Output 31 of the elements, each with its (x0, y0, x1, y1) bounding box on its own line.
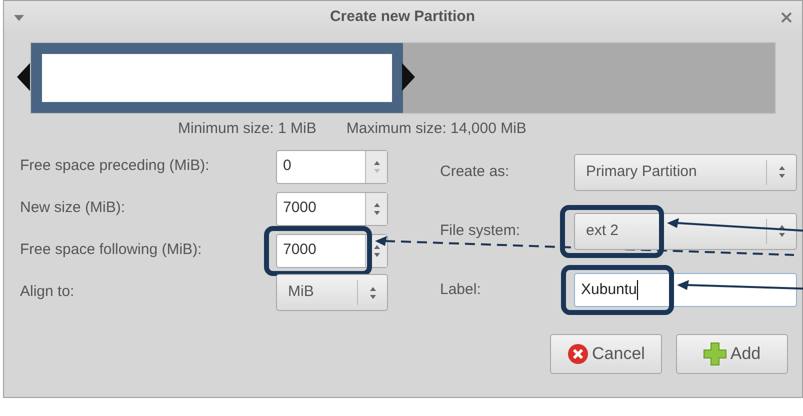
dropdown[interactable]: ext 2 (574, 212, 797, 250)
spin-field[interactable]: 7000 (276, 234, 388, 268)
spinner-arrows-icon[interactable] (372, 242, 380, 258)
field-label: Free space following (MiB): (20, 240, 203, 260)
spinner-arrows-icon[interactable] (372, 158, 380, 174)
spinner-arrows-icon[interactable] (372, 200, 380, 216)
plus-icon (703, 342, 728, 366)
cancel-icon (567, 343, 590, 365)
close-icon[interactable] (781, 12, 792, 23)
label-input[interactable]: Xubuntu (574, 273, 797, 307)
dropdown[interactable]: MiB (276, 274, 388, 311)
maximum-size-text: Maximum size: 14,000 MiB (346, 118, 526, 139)
spinner-arrows-icon[interactable] (778, 164, 786, 180)
field-label: Align to: (20, 282, 76, 302)
spin-field[interactable]: 7000 (276, 192, 388, 226)
field-label: New size (MiB): (20, 198, 126, 218)
add-button[interactable]: Add (676, 334, 788, 374)
partition-block[interactable] (31, 43, 403, 113)
text-cursor (636, 280, 638, 300)
spinner-arrows-icon[interactable] (368, 284, 376, 300)
window-title: Create new Partition (330, 7, 476, 28)
field-label: Label: (440, 280, 482, 300)
field-label: Free space preceding (MiB): (20, 156, 210, 176)
spinner-arrows-icon[interactable] (778, 223, 786, 239)
field-label: Create as: (440, 162, 510, 182)
menu-caret-icon[interactable] (14, 14, 24, 20)
spin-field[interactable]: 0 (276, 150, 388, 184)
cancel-button[interactable]: Cancel (550, 334, 662, 374)
field-label: File system: (440, 220, 522, 241)
dropdown[interactable]: Primary Partition (574, 154, 797, 190)
minimum-size-text: Minimum size: 1 MiB (178, 118, 316, 139)
